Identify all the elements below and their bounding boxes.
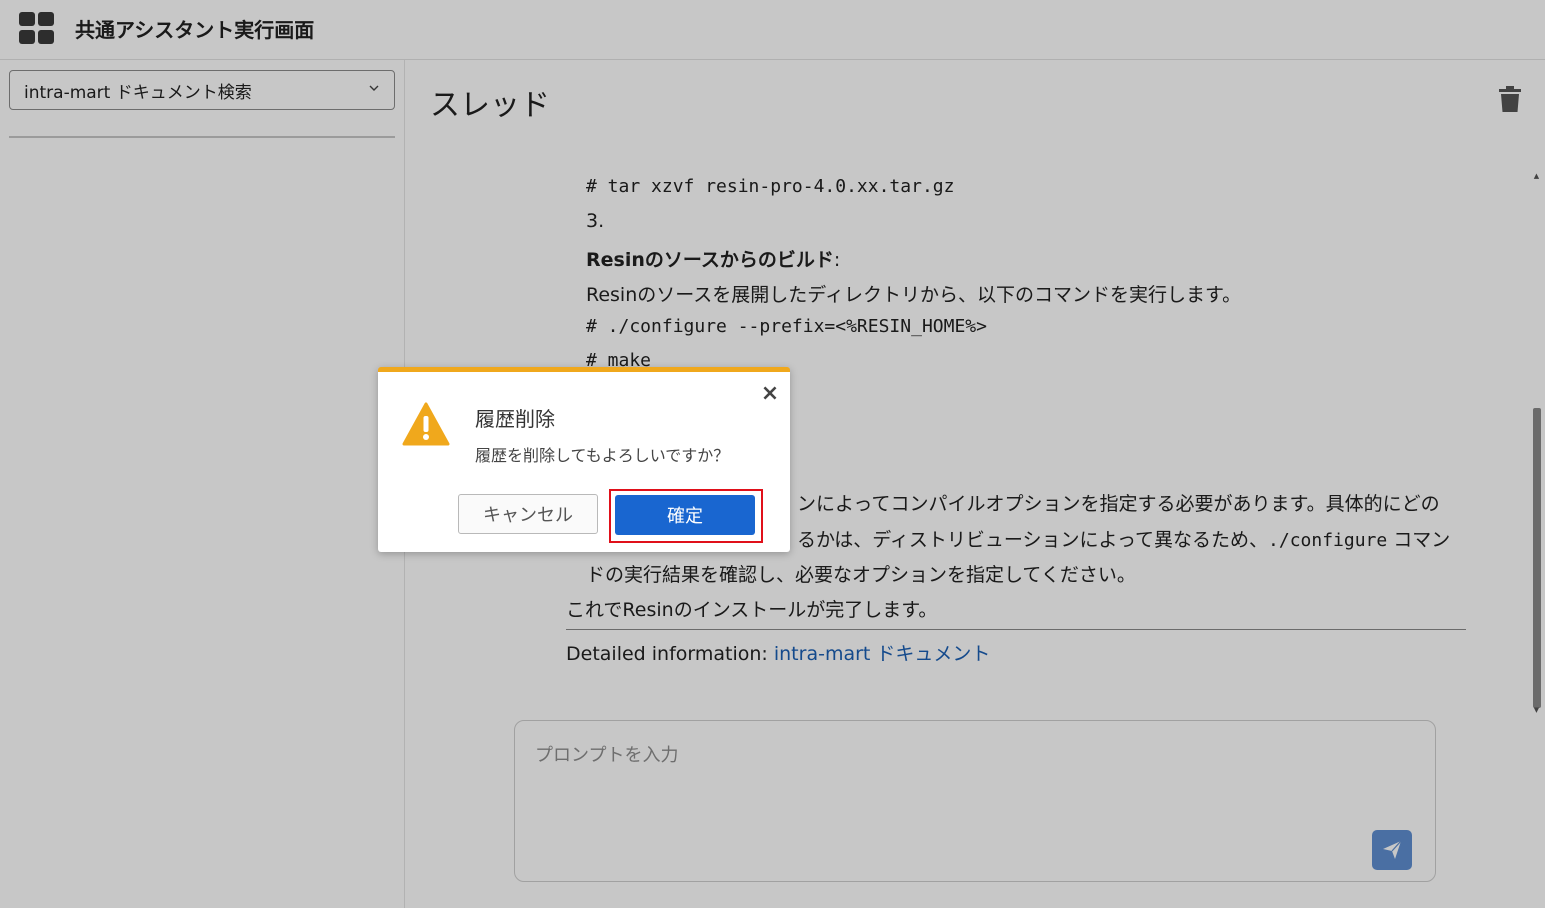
close-icon[interactable]: × bbox=[760, 383, 780, 405]
dialog-title: 履歴削除 bbox=[475, 407, 555, 431]
delete-history-dialog: 履歴削除 履歴を削除してもよろしいですか？ × キャンセル 確定 bbox=[378, 367, 790, 552]
confirm-button[interactable]: 確定 bbox=[615, 495, 755, 535]
dialog-message: 履歴を削除してもよろしいですか？ bbox=[475, 446, 730, 465]
warning-icon bbox=[402, 402, 450, 446]
cancel-button[interactable]: キャンセル bbox=[458, 494, 598, 534]
